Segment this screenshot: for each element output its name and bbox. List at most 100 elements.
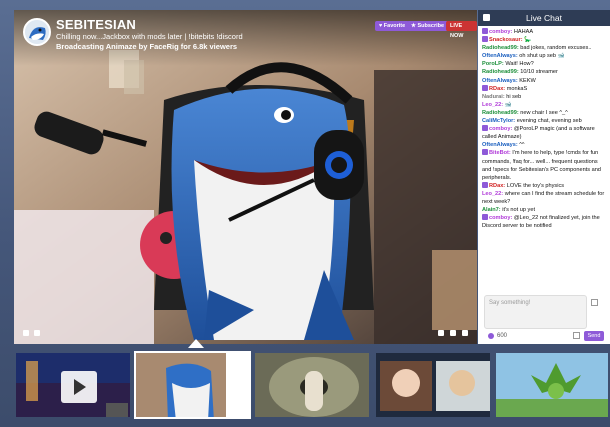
chat-message: RDax: monkaS — [482, 84, 608, 93]
chat-username[interactable]: OftenAlways: — [482, 53, 518, 59]
volume-button[interactable] — [34, 330, 40, 336]
chat-text: evening chat, evening seb — [515, 118, 582, 125]
user-badge-icon — [482, 149, 488, 156]
thumbnail-image — [376, 353, 490, 417]
stream-thumbnail-4[interactable] — [374, 351, 492, 419]
thumbnail-image — [496, 353, 608, 417]
chat-message: BiteBot: I'm here to help, type !cmds fo… — [482, 149, 608, 181]
chat-text: 🐋 — [503, 101, 512, 108]
chat-message: PoroLP: Wait! How? — [482, 60, 608, 68]
chat-message: Nadurai: hi seb — [482, 93, 608, 101]
subscribe-label: Subscribe — [417, 23, 445, 29]
subscribe-button[interactable]: ★ Subscribe — [407, 21, 449, 31]
chat-message: OftenAlways: oh shut up seb 🐋 — [482, 52, 608, 60]
chat-username[interactable]: Radiohead99: — [482, 110, 519, 116]
chat-text: it's not up yet — [500, 207, 535, 214]
stream-player[interactable]: SEBITESIAN Chilling now...Jackbox with m… — [14, 10, 477, 344]
chat-message: Radiohead99: new chair I see ^_^ — [482, 109, 608, 117]
chat-text: ^^ — [517, 142, 525, 149]
thumbnail-image — [255, 353, 369, 417]
chat-username[interactable]: comboy: — [489, 215, 512, 221]
active-thumbnail-caret — [188, 339, 204, 348]
chat-text: new chair I see ^_^ — [518, 109, 568, 116]
user-badge-icon — [482, 125, 488, 132]
chat-username[interactable]: Radiohead99: — [482, 69, 519, 75]
stream-thumbnail-1[interactable] — [14, 351, 132, 419]
chat-message: Radiohead99: bad jokes, random excuses.. — [482, 44, 608, 52]
chat-input[interactable]: Say something! — [484, 295, 587, 329]
chat-username[interactable]: Radiohead99: — [482, 45, 519, 51]
chat-settings-checkbox[interactable] — [573, 332, 580, 339]
channel-game: Broadcasting Animaze by FaceRig for 6.8k… — [56, 42, 238, 51]
user-badge-icon — [482, 181, 488, 188]
chat-username[interactable]: RDax: — [489, 183, 505, 189]
chat-text: hi seb — [504, 93, 522, 100]
channel-points-icon[interactable] — [488, 333, 494, 339]
chat-message-list[interactable]: comboy: HAHAA Snackosaur: 🦕 Radiohead99: b… — [478, 26, 610, 296]
chat-message: Radiohead99: 10/10 streamer — [482, 68, 608, 76]
chat-text: Wait! How? — [503, 61, 534, 68]
chat-toggle-checkbox[interactable] — [483, 14, 490, 21]
chat-text: 10/10 streamer — [518, 69, 558, 76]
chat-text: bad jokes, random excuses.. — [518, 45, 592, 52]
fullscreen-button[interactable] — [462, 330, 468, 336]
chat-username[interactable]: Leo_22: — [482, 191, 503, 197]
chat-title: Live Chat — [526, 13, 562, 23]
chat-text: monkaS — [505, 85, 528, 92]
live-badge: LIVE NOW — [446, 21, 477, 39]
chat-username[interactable]: comboy: — [489, 126, 512, 132]
chat-username[interactable]: Nadurai: — [482, 94, 505, 100]
stream-thumbnail-row — [0, 348, 610, 423]
chat-username[interactable]: Leo_22: — [482, 102, 503, 108]
chat-text: KEKW — [517, 77, 536, 84]
chat-text: 🦕 — [522, 37, 532, 44]
chat-message: CaliMcTylor: evening chat, evening seb — [482, 117, 608, 125]
chat-text: oh shut up seb 🐋 — [517, 53, 565, 60]
user-badge-icon — [482, 84, 488, 91]
chat-text: LOVE the toy's physics — [505, 182, 565, 189]
chat-message: OftenAlways: KEKW — [482, 77, 608, 85]
chat-username[interactable]: BiteBot: — [489, 150, 511, 156]
chat-message: comboy: @Leo_22 not finalized yet, join … — [482, 214, 608, 230]
theater-mode-button[interactable] — [450, 330, 456, 336]
chat-username[interactable]: OftenAlways: — [482, 78, 518, 84]
chat-input-checkbox[interactable] — [591, 299, 598, 306]
channel-name[interactable]: SEBITESIAN — [56, 17, 136, 32]
stream-thumbnail-5[interactable] — [494, 351, 610, 419]
user-badge-icon — [482, 28, 488, 34]
chat-message: Leo_22: where can I find the stream sche… — [482, 190, 608, 206]
user-badge-icon — [482, 214, 488, 221]
user-badge-icon — [482, 36, 488, 43]
chat-message: OftenAlways: ^^ — [482, 141, 608, 149]
play-pause-button[interactable] — [23, 330, 29, 336]
chat-text: HAHAA — [512, 29, 534, 35]
play-icon[interactable] — [61, 371, 97, 403]
send-button[interactable]: Send — [584, 331, 604, 341]
channel-avatar[interactable] — [23, 18, 51, 46]
chat-username[interactable]: Alain7: — [482, 207, 501, 213]
channel-points-count: 600 — [497, 333, 508, 339]
chat-username[interactable]: CaliMcTylor: — [482, 118, 515, 124]
chat-message: Leo_22: 🐋 — [482, 101, 608, 109]
chat-message: Snackosaur: 🦕 — [482, 36, 608, 44]
chat-username[interactable]: comboy: — [489, 29, 512, 35]
chat-footer: 600 Send — [484, 331, 606, 342]
chat-username[interactable]: OftenAlways: — [482, 142, 518, 148]
chat-username[interactable]: Snackosaur: — [489, 37, 523, 43]
favorite-label: Favorite — [383, 23, 406, 29]
chat-message: comboy: HAHAA — [482, 28, 608, 36]
favorite-button[interactable]: ♥ Favorite — [375, 21, 410, 31]
chat-username[interactable]: RDax: — [489, 86, 505, 92]
chat-message: comboy: @PoroLP magic (and a software ca… — [482, 125, 608, 141]
chat-message: RDax: LOVE the toy's physics — [482, 181, 608, 190]
chat-username[interactable]: PoroLP: — [482, 61, 504, 67]
stream-thumbnail-3[interactable] — [253, 351, 371, 419]
chat-header: Live Chat — [478, 10, 610, 26]
quality-button[interactable] — [438, 330, 444, 336]
chat-message: Alain7: it's not up yet — [482, 206, 608, 214]
stream-thumbnail-2-active[interactable] — [134, 351, 251, 419]
live-chat-panel: Live Chat comboy: HAHAA Snackosaur: 🦕 Radi… — [478, 10, 610, 344]
shark-avatar-icon — [25, 20, 49, 44]
thumbnail-image — [136, 353, 249, 417]
channel-status: Chilling now...Jackbox with mods later |… — [56, 32, 243, 41]
